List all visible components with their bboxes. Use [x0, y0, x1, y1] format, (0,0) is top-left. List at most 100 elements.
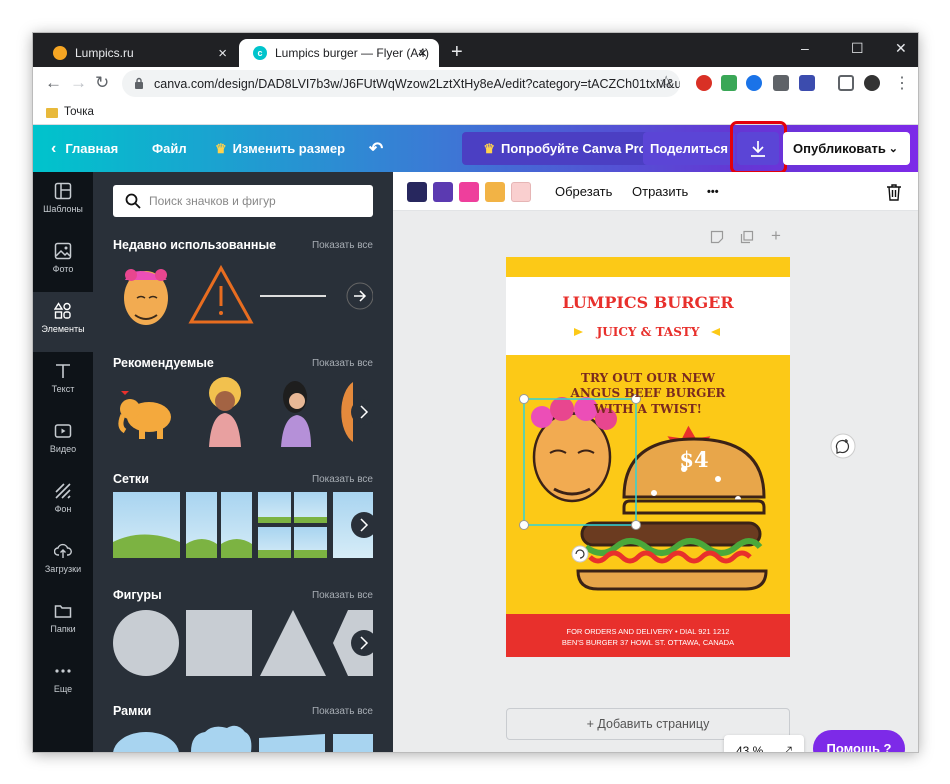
tab-lumpics[interactable]: Lumpics.ru ×: [39, 39, 239, 67]
flyer-headline-3[interactable]: WITH A TWIST!: [578, 402, 718, 416]
warning-triangle-thumbnail[interactable]: [188, 264, 254, 324]
trash-icon[interactable]: [886, 183, 902, 201]
next-arrow-button[interactable]: [346, 282, 373, 310]
sidebar-item-background[interactable]: Фон: [33, 472, 93, 532]
undo-icon[interactable]: ↶: [369, 125, 383, 172]
color-swatch[interactable]: [433, 182, 453, 202]
try-pro-button[interactable]: ♛ Попробуйте Canva Pro: [462, 132, 668, 165]
resize-label: Изменить размер: [232, 141, 346, 156]
woman-afro-thumbnail[interactable]: [209, 377, 241, 447]
grid-two-columns-thumbnail[interactable]: [186, 492, 252, 558]
flyer-title[interactable]: LUMPICS BURGER: [506, 293, 790, 312]
section-title-shapes: Фигуры: [113, 588, 162, 602]
search-input[interactable]: Поиск значков и фигур: [113, 185, 373, 217]
next-arrow-button[interactable]: [351, 399, 373, 425]
frame-more-thumbnail[interactable]: [333, 734, 373, 752]
color-swatch[interactable]: [485, 182, 505, 202]
flyer-price[interactable]: $4: [666, 447, 722, 472]
share-button[interactable]: Поделиться: [643, 132, 735, 165]
show-all-link[interactable]: Показать все: [312, 474, 373, 485]
extension-ad-icon[interactable]: [799, 75, 815, 91]
add-page-icon[interactable]: +: [771, 226, 781, 246]
sidebar-item-folders[interactable]: Папки: [33, 592, 93, 652]
upload-icon: [54, 543, 72, 558]
flyer-footer-1[interactable]: FOR ORDERS AND DELIVERY • DIAL 921 1212: [506, 627, 790, 636]
extension-globe-icon[interactable]: [746, 75, 762, 91]
maximize-icon[interactable]: ☐: [851, 40, 864, 57]
duplicate-page-icon[interactable]: [740, 230, 754, 244]
more-options-icon[interactable]: •••: [707, 186, 719, 198]
forward-icon[interactable]: →: [70, 73, 87, 93]
sidebar-item-more[interactable]: Еще: [33, 652, 93, 712]
zoom-control[interactable]: 43 % ⤢: [724, 735, 804, 752]
square-shape-thumbnail[interactable]: [186, 610, 252, 676]
bookmark-star-icon[interactable]: ☆: [659, 72, 673, 92]
show-all-link[interactable]: Показать все: [312, 706, 373, 717]
canva-header: ‹ Главная Файл ♛ Изменить размер ↶ ♛ Попроб…: [33, 121, 918, 174]
note-icon[interactable]: [710, 230, 724, 244]
minimize-icon[interactable]: –: [801, 40, 809, 56]
browser-menu-icon[interactable]: ⋮: [894, 73, 910, 93]
triangle-shape-thumbnail[interactable]: [260, 610, 326, 676]
sidebar-item-templates[interactable]: Шаблоны: [33, 172, 93, 232]
extension-opera-icon[interactable]: [696, 75, 712, 91]
background-icon: [55, 483, 71, 499]
side-nav: Шаблоны Фото Элементы Текст Видео Фон За…: [33, 172, 93, 752]
frame-cloud-thumbnail[interactable]: [191, 725, 252, 752]
new-tab-icon[interactable]: +: [451, 42, 463, 62]
sidebar-item-elements[interactable]: Элементы: [33, 292, 93, 352]
show-all-link[interactable]: Показать все: [312, 590, 373, 601]
bookmark-item[interactable]: Точка: [64, 106, 94, 118]
flyer-page[interactable]: LUMPICS BURGER JUICY & TASTY TRY OUT OUR…: [506, 257, 790, 657]
flip-button[interactable]: Отразить: [632, 184, 688, 199]
close-tab-icon[interactable]: ×: [418, 46, 427, 61]
frames-thumbnails: [113, 725, 373, 752]
reading-list-icon[interactable]: [838, 75, 854, 91]
resize-button[interactable]: ♛ Изменить размер: [215, 125, 345, 172]
publish-button[interactable]: Опубликовать ⌄: [783, 132, 910, 165]
back-icon[interactable]: ←: [45, 73, 62, 93]
home-button[interactable]: ‹ Главная: [51, 125, 118, 172]
sidebar-item-label: Еще: [53, 684, 73, 694]
edit-toolbar: Обрезать Отразить •••: [393, 172, 918, 211]
flyer-headline-2[interactable]: ANGUS BEEF BURGER: [568, 386, 728, 400]
sidebar-item-label: Шаблоны: [43, 204, 83, 214]
frame-circle-thumbnail[interactable]: [113, 732, 179, 752]
grid-single-thumbnail[interactable]: [113, 492, 180, 558]
frame-slanted-thumbnail[interactable]: [259, 734, 325, 752]
flyer-subtitle[interactable]: JUICY & TASTY: [506, 325, 790, 339]
close-window-icon[interactable]: ✕: [895, 40, 907, 57]
tab-canva[interactable]: c Lumpics burger — Flyer (A4) ×: [239, 39, 439, 67]
extension-cube-icon[interactable]: [773, 75, 789, 91]
face-sticker-thumbnail[interactable]: [124, 269, 168, 325]
color-swatch[interactable]: [407, 182, 427, 202]
show-all-link[interactable]: Показать все: [312, 358, 373, 369]
woman-thumbnail[interactable]: [281, 381, 311, 447]
extension-music-icon[interactable]: [721, 75, 737, 91]
show-all-link[interactable]: Показать все: [312, 240, 373, 251]
close-tab-icon[interactable]: ×: [218, 46, 227, 61]
flyer-footer-2[interactable]: BEN'S BURGER 37 HOWL ST. OTTAWA, CANADA: [506, 638, 790, 647]
sidebar-item-video[interactable]: Видео: [33, 412, 93, 472]
color-swatch[interactable]: [511, 182, 531, 202]
grid-four-thumbnail[interactable]: [258, 492, 327, 558]
folder-icon: [54, 605, 72, 618]
sidebar-item-uploads[interactable]: Загрузки: [33, 532, 93, 592]
reload-icon[interactable]: ↻: [95, 73, 109, 93]
crop-button[interactable]: Обрезать: [555, 184, 612, 199]
flyer-headline-1[interactable]: TRY OUT OUR NEW: [578, 371, 718, 385]
comment-add-icon[interactable]: [830, 433, 856, 459]
section-title-grids: Сетки: [113, 472, 149, 486]
help-button[interactable]: Помощь ?: [813, 730, 905, 752]
profile-avatar[interactable]: [864, 75, 880, 91]
circle-shape-thumbnail[interactable]: [113, 610, 179, 676]
address-bar[interactable]: canva.com/design/DAD8LVI7b3w/J6FUtWqWzow…: [122, 70, 680, 97]
sidebar-item-text[interactable]: Текст: [33, 352, 93, 412]
color-swatch[interactable]: [459, 182, 479, 202]
sidebar-item-photo[interactable]: Фото: [33, 232, 93, 292]
fullscreen-icon[interactable]: ⤢: [781, 743, 792, 753]
section-title-frames: Рамки: [113, 704, 152, 718]
canvas-stage: + LUMPICS BURGER JUICY & TASTY TRY OUT O…: [393, 211, 918, 752]
file-menu[interactable]: Файл: [152, 125, 187, 172]
elephant-thumbnail[interactable]: [118, 391, 171, 439]
